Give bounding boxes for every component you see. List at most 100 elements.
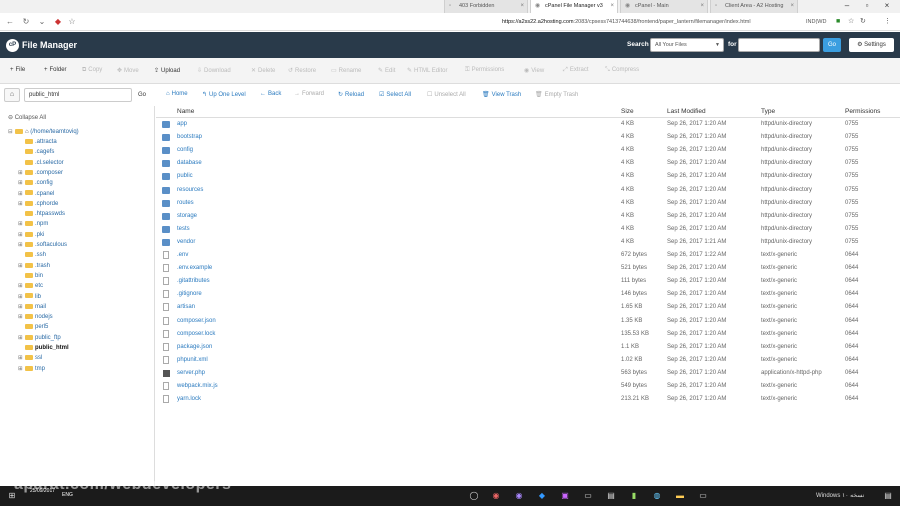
browser-tab-client-area[interactable]: ▫ Client Area - A2 Hosting × [710, 0, 798, 13]
close-icon[interactable]: × [790, 0, 794, 13]
table-row[interactable]: app 4 KB Sep 26, 2017 1:20 AM httpd/unix-di… [156, 118, 900, 131]
file-name[interactable]: vendor [177, 236, 195, 249]
table-row[interactable]: bootstrap 4 KB Sep 26, 2017 1:20 AM httpd/u… [156, 131, 900, 144]
expand-toggle-icon[interactable]: ⊞ [18, 199, 25, 209]
close-icon[interactable]: × [520, 0, 524, 13]
extract-button[interactable]: ⤢ Extract [563, 67, 588, 74]
back-button[interactable]: ← Back [260, 91, 281, 97]
close-icon[interactable]: × [610, 0, 614, 13]
maximize-icon[interactable]: ▫ [858, 0, 876, 13]
table-row[interactable]: .gitattributes 111 bytes Sep 26, 2017 1:20… [156, 275, 900, 288]
file-name[interactable]: app [177, 118, 187, 131]
search-input[interactable] [738, 38, 820, 52]
html-editor-button[interactable]: ✎ HTML Editor [407, 67, 447, 74]
table-row[interactable]: routes 4 KB Sep 26, 2017 1:20 AM httpd/unix… [156, 197, 900, 210]
edit-button[interactable]: ✎ Edit [378, 67, 395, 74]
tree-item[interactable]: ⊞ .config [18, 178, 53, 188]
tree-item[interactable]: ⊞ .npm [18, 219, 48, 229]
upload-button[interactable]: ⇪ Upload [154, 67, 180, 74]
app-icon[interactable]: ◉ [513, 490, 525, 502]
expand-toggle-icon[interactable]: ⊞ [18, 302, 25, 312]
new-file-button[interactable]: + File [10, 67, 25, 73]
compress-button[interactable]: ⤡ Compress [605, 67, 639, 74]
file-name[interactable]: storage [177, 210, 197, 223]
up-one-level-button[interactable]: ↰ Up One Level [202, 91, 246, 98]
window-icon[interactable]: ▭ [697, 490, 709, 502]
expand-toggle-icon[interactable]: ⊞ [18, 168, 25, 178]
tree-item[interactable]: .htpasswds [18, 209, 65, 219]
tree-item[interactable]: ⊞ etc [18, 281, 43, 291]
delete-button[interactable]: ✕ Delete [251, 67, 275, 74]
star-outline-icon[interactable]: ☆ [848, 16, 854, 28]
vscode-icon[interactable]: ◆ [536, 490, 548, 502]
table-row[interactable]: yarn.lock 213.21 KB Sep 26, 2017 1:20 AM te… [156, 393, 900, 406]
expand-toggle-icon[interactable]: ⊞ [18, 281, 25, 291]
path-go-button[interactable]: Go [134, 88, 150, 102]
file-name[interactable]: composer.lock [177, 328, 215, 341]
file-name[interactable]: package.json [177, 341, 212, 354]
bookmark-filter-icon[interactable]: ⌄ [36, 16, 48, 28]
tree-item[interactable]: perl5 [18, 322, 48, 332]
file-name[interactable]: webpack.mix.js [177, 380, 218, 393]
path-input[interactable]: public_html [24, 88, 132, 102]
settings-button[interactable]: ⚙ Settings [849, 38, 894, 52]
table-row[interactable]: artisan 1.65 KB Sep 26, 2017 1:20 AM text/x… [156, 301, 900, 314]
file-name[interactable]: routes [177, 197, 194, 210]
col-size-header[interactable]: Size [621, 108, 634, 115]
tree-item[interactable]: public_html [18, 343, 69, 353]
expand-toggle-icon[interactable]: ⊞ [18, 230, 25, 240]
search-scope-select[interactable]: All Your Files ▼ [650, 38, 724, 52]
file-name[interactable]: .gitattributes [177, 275, 210, 288]
file-name[interactable]: artisan [177, 301, 195, 314]
file-name[interactable]: composer.json [177, 315, 216, 328]
tree-item[interactable]: bin [18, 271, 43, 281]
table-row[interactable]: server.php 563 bytes Sep 26, 2017 1:20 AM a… [156, 367, 900, 380]
tree-item[interactable]: ⊞ ssl [18, 353, 42, 363]
extension-label[interactable]: IND(WD [806, 16, 826, 28]
expand-toggle-icon[interactable]: ⊞ [18, 189, 25, 199]
expand-toggle-icon[interactable]: ⊞ [18, 333, 25, 343]
terminal-icon[interactable]: ▭ [582, 490, 594, 502]
table-row[interactable]: .env 672 bytes Sep 26, 2017 1:22 AM text/x-… [156, 249, 900, 262]
reload-icon[interactable]: ↻ [860, 16, 866, 28]
close-window-icon[interactable]: × [878, 0, 896, 13]
expand-toggle-icon[interactable]: ⊞ [18, 261, 25, 271]
file-name[interactable]: public [177, 170, 193, 183]
chrome-icon[interactable]: ◉ [490, 490, 502, 502]
home-dir-button[interactable]: ⌂ [4, 88, 20, 102]
rename-button[interactable]: ▭ Rename [331, 67, 361, 74]
file-name[interactable]: .gitignore [177, 288, 202, 301]
expand-toggle-icon[interactable]: ⊞ [18, 353, 25, 363]
cortana-icon[interactable]: ◯ [468, 490, 480, 502]
browser-tab-403[interactable]: ▫ 403 Forbidden × [444, 0, 528, 13]
browser-icon[interactable]: ◍ [651, 490, 663, 502]
table-row[interactable]: database 4 KB Sep 26, 2017 1:20 AM httpd/un… [156, 157, 900, 170]
file-name[interactable]: config [177, 144, 193, 157]
expand-toggle-icon[interactable]: ⊞ [18, 312, 25, 322]
file-name[interactable]: phpunit.xml [177, 354, 208, 367]
star-icon[interactable]: ☆ [66, 16, 78, 28]
tree-item[interactable]: ⊞ .trash [18, 261, 50, 271]
folder-icon[interactable]: ▬ [674, 490, 686, 502]
col-name-header[interactable]: Name [177, 108, 194, 115]
table-row[interactable]: tests 4 KB Sep 26, 2017 1:20 AM httpd/unix-… [156, 223, 900, 236]
file-name[interactable]: tests [177, 223, 190, 236]
permissions-button[interactable]: ⚿ Permissions [465, 67, 504, 74]
file-name[interactable]: .env.example [177, 262, 212, 275]
expand-toggle-icon[interactable]: ⊞ [18, 364, 25, 374]
file-name[interactable]: server.php [177, 367, 205, 380]
tree-root[interactable]: ⊟ ⌂ (/home/teamtoviq) [8, 127, 79, 137]
empty-trash-button[interactable]: 🗑 Empty Trash [535, 91, 578, 98]
file-name[interactable]: database [177, 157, 202, 170]
menu-icon[interactable]: ⋮ [884, 16, 891, 28]
file-name[interactable]: resources [177, 184, 203, 197]
col-perms-header[interactable]: Permissions [845, 108, 880, 115]
search-go-button[interactable]: Go [823, 38, 841, 52]
tree-item[interactable]: ⊞ public_ftp [18, 333, 61, 343]
tree-item[interactable]: .ssh [18, 250, 46, 260]
notification-icon[interactable]: ▤ [882, 490, 894, 502]
expand-toggle-icon[interactable]: ⊞ [18, 240, 25, 250]
tree-item[interactable]: ⊞ .pki [18, 230, 44, 240]
table-row[interactable]: .gitignore 146 bytes Sep 26, 2017 1:20 AM t… [156, 288, 900, 301]
view-trash-button[interactable]: 🗑 View Trash [482, 91, 521, 98]
